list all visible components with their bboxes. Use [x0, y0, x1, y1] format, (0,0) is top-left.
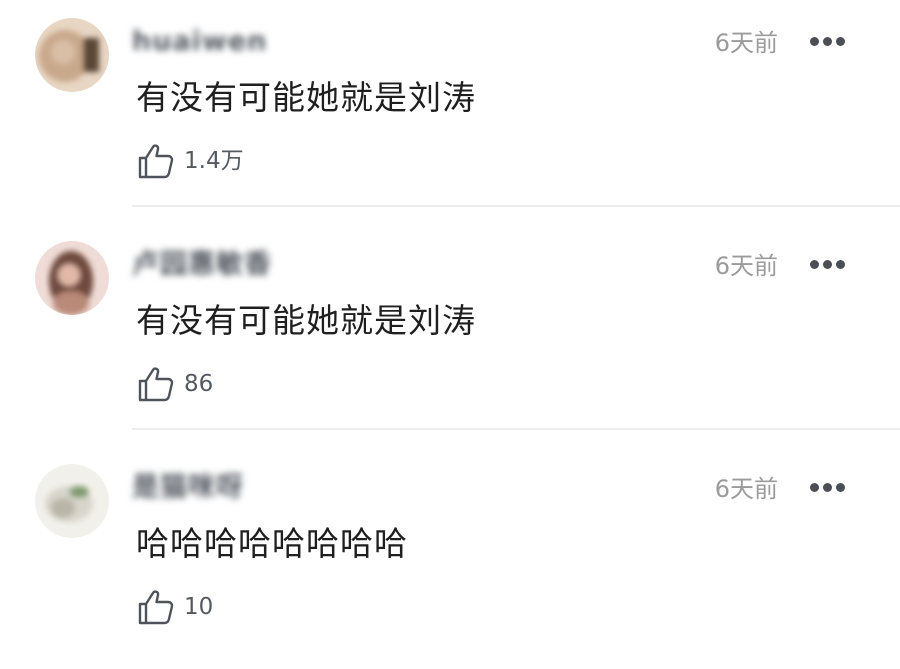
comment-text: 有没有可能她就是刘涛	[136, 301, 476, 340]
avatar[interactable]	[35, 464, 109, 538]
username-text: 卢园惠敏香	[132, 249, 272, 280]
username[interactable]: huaiwen	[132, 27, 307, 57]
like-count: 86	[184, 371, 214, 397]
avatar[interactable]	[35, 18, 109, 92]
username-text: huaiwen	[132, 26, 268, 57]
avatar-image	[35, 241, 109, 315]
comment-text: 有没有可能她就是刘涛	[136, 78, 476, 117]
thumbs-up-icon	[138, 590, 174, 625]
avatar[interactable]	[35, 241, 109, 315]
comment-item: huaiwen 6天前 有没有可能她就是刘涛 1.4万	[0, 0, 900, 223]
comment-text: 哈哈哈哈哈哈哈哈	[136, 524, 408, 563]
divider	[132, 205, 900, 207]
username-text: 是猫咪呀	[132, 472, 244, 503]
more-options-icon[interactable]	[810, 483, 846, 493]
more-options-icon[interactable]	[810, 260, 846, 270]
avatar-image	[35, 18, 109, 92]
thumbs-up-icon	[138, 144, 174, 179]
comment-item: 是猫咪呀 6天前 哈哈哈哈哈哈哈哈 10	[0, 446, 900, 669]
divider	[132, 428, 900, 430]
like-button[interactable]: 86	[136, 364, 213, 404]
username[interactable]: 卢园惠敏香	[132, 250, 307, 280]
comment-time: 6天前	[714, 475, 778, 503]
like-button[interactable]: 1.4万	[136, 141, 244, 181]
comment-time: 6天前	[714, 29, 778, 57]
thumbs-up-icon	[138, 367, 174, 402]
like-count: 1.4万	[184, 148, 244, 174]
comment-item: 卢园惠敏香 6天前 有没有可能她就是刘涛 86	[0, 223, 900, 446]
avatar-image	[35, 464, 109, 538]
like-button[interactable]: 10	[136, 587, 213, 627]
more-options-icon[interactable]	[810, 37, 846, 47]
like-count: 10	[184, 594, 214, 620]
username[interactable]: 是猫咪呀	[132, 473, 307, 503]
comment-time: 6天前	[714, 252, 778, 280]
